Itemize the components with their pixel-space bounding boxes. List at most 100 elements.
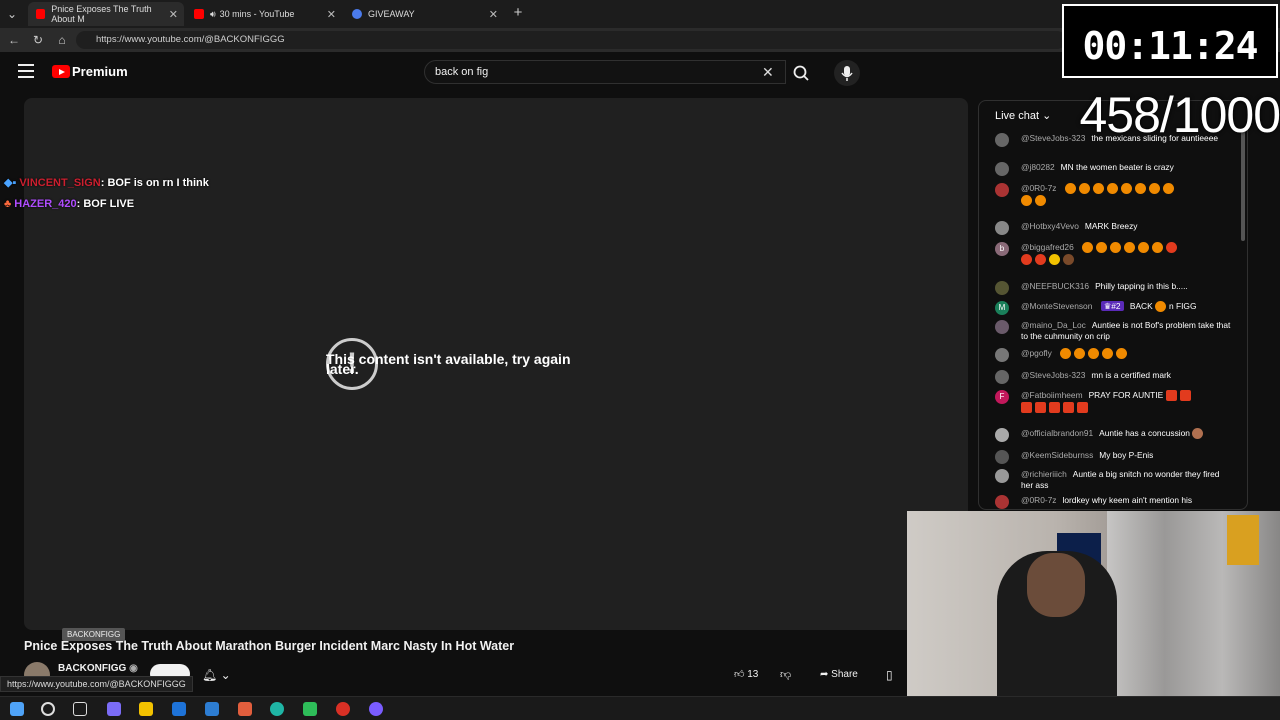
chat-author[interactable]: @pgofly	[1021, 348, 1052, 358]
chrome-icon[interactable]	[336, 702, 350, 716]
chat-scrollbar[interactable]	[1241, 131, 1245, 241]
reload-icon[interactable]: ↻	[30, 32, 46, 48]
chat-text: Philly tapping in this b.....	[1095, 281, 1188, 291]
tab-30mins[interactable]: 🔊︎ 30 mins - YouTube ✕	[186, 2, 342, 26]
badge-icon: ◆▪	[4, 177, 17, 189]
microphone-icon	[841, 66, 853, 81]
notification-bell-icon[interactable]: 🔔︎ ⌄	[202, 668, 231, 682]
dislike-button[interactable]: 👎︎	[780, 662, 802, 688]
youtube-favicon-icon	[36, 9, 46, 19]
chat-text: MARK Breezy	[1084, 221, 1138, 231]
share-button[interactable]: ➦ Share	[814, 662, 876, 688]
overlay-chat-line: ◆▪ VINCENT_SIGN: BOF is on rn I think	[4, 176, 209, 189]
chat-author[interactable]: @Hotbxy4Vevo	[1021, 221, 1079, 231]
task-view-icon[interactable]	[73, 702, 87, 716]
stream-timer: 00:11:24	[1062, 4, 1278, 78]
close-tab-icon[interactable]: ✕	[489, 8, 498, 21]
avatar	[995, 469, 1009, 483]
close-tab-icon[interactable]: ✕	[169, 8, 178, 21]
avatar	[995, 281, 1009, 295]
save-icon[interactable]: ▯	[886, 662, 904, 688]
streamer-face	[1027, 553, 1085, 617]
chat-author[interactable]: @biggafred26	[1021, 242, 1074, 252]
chat-author[interactable]: @j80282	[1021, 162, 1055, 172]
chat-author[interactable]: @KeemSideburnss	[1021, 450, 1093, 460]
chat-author[interactable]: @0R0-7z	[1021, 495, 1057, 505]
tab-video[interactable]: Pnice Exposes The Truth About M ✕	[28, 2, 184, 26]
youtube-logo[interactable]: Premium	[52, 64, 128, 79]
chat-text: n FIGG	[1169, 301, 1197, 311]
app2-icon[interactable]	[369, 702, 383, 716]
avatar	[995, 183, 1009, 197]
overlay-message: : BOF LIVE	[76, 198, 135, 210]
rank-badge-text: #2	[1111, 301, 1121, 311]
avatar	[995, 450, 1009, 464]
search-input[interactable]: back on fig	[424, 60, 786, 84]
file-explorer-icon[interactable]	[139, 702, 153, 716]
chat-author[interactable]: @Fatboiimheem	[1021, 390, 1083, 400]
overlay-message: : BOF is on rn I think	[100, 177, 209, 189]
menu-icon[interactable]	[18, 64, 34, 78]
tab-label: Pnice Exposes The Truth About M	[51, 4, 152, 24]
chat-author[interactable]: @NEEFBUCK316	[1021, 281, 1089, 291]
chat-author[interactable]: @officialbrandon91	[1021, 428, 1093, 438]
badge-icon: ♣	[4, 198, 12, 210]
thumbs-down-icon: 👎︎	[780, 669, 792, 681]
tab-giveaway[interactable]: GIVEAWAY ✕	[344, 2, 504, 26]
search-button[interactable]	[788, 62, 816, 84]
avatar: M	[995, 301, 1009, 315]
like-count: 13	[747, 669, 759, 680]
tab-label: GIVEAWAY	[368, 9, 415, 19]
outlook-icon[interactable]	[172, 702, 186, 716]
store-icon[interactable]	[205, 702, 219, 716]
url-field[interactable]: https://www.youtube.com/@BACKONFIGGG	[76, 31, 1066, 49]
goal-counter: 458/1000	[1079, 87, 1280, 143]
status-url: https://www.youtube.com/@BACKONFIGGG	[0, 676, 193, 692]
chevron-down-icon: ⌄	[1042, 110, 1052, 122]
video-title: Pnice Exposes The Truth About Marathon B…	[24, 639, 515, 653]
back-icon[interactable]: ←	[6, 32, 22, 48]
channel-name[interactable]: BACKONFIGG ◉	[58, 663, 138, 674]
copilot-icon[interactable]	[107, 702, 121, 716]
windows-start-icon[interactable]	[10, 702, 24, 716]
new-tab-icon[interactable]: +	[510, 5, 526, 21]
search-icon	[793, 65, 809, 81]
tab-label: 30 mins - YouTube	[219, 9, 295, 19]
close-tab-icon[interactable]: ✕	[327, 8, 336, 21]
wall-sign	[1227, 515, 1259, 565]
office-icon[interactable]	[238, 702, 252, 716]
avatar	[995, 348, 1009, 362]
webcam-feed	[907, 511, 1280, 698]
rank-badge: ♛#2	[1100, 301, 1124, 311]
avatar	[995, 221, 1009, 235]
chat-author[interactable]: @maino_Da_Loc	[1021, 320, 1086, 330]
chat-author[interactable]: @SteveJobs-323	[1021, 370, 1085, 380]
clear-search-icon[interactable]: ✕	[762, 64, 774, 81]
live-chat-dropdown[interactable]: Live chat ⌄	[995, 109, 1051, 122]
overlay-username: HAZER_420	[14, 198, 77, 210]
chat-text: mn is a certified mark	[1091, 370, 1171, 380]
app-icon[interactable]	[303, 702, 317, 716]
youtube-favicon-icon	[194, 9, 204, 19]
search-icon[interactable]	[41, 702, 55, 716]
edge-icon[interactable]	[270, 702, 284, 716]
tab-list-icon[interactable]: ⌄	[4, 6, 20, 22]
avatar	[995, 133, 1009, 147]
overlay-chat-line: ♣ HAZER_420: BOF LIVE	[4, 198, 134, 210]
orange-emoji-row	[1060, 348, 1130, 360]
like-button[interactable]: 👍︎ 13	[724, 662, 772, 688]
timer-value: 00:11:24	[1082, 24, 1258, 68]
avatar	[995, 162, 1009, 176]
chat-author[interactable]: @MonteStevenson	[1021, 301, 1092, 311]
chat-author[interactable]: @richieriiich	[1021, 469, 1067, 479]
share-label: Share	[831, 669, 858, 680]
unavailable-message: This content isn't available, try again …	[326, 350, 571, 377]
home-icon[interactable]: ⌂	[54, 32, 70, 48]
chat-author[interactable]: @0R0-7z	[1021, 183, 1057, 193]
voice-search-button[interactable]	[834, 60, 860, 86]
avatar	[995, 428, 1009, 442]
chat-text: lordkey why keem ain't mention his	[1062, 495, 1193, 505]
share-icon: ➦	[820, 669, 829, 680]
taskbar	[0, 696, 1280, 720]
audio-icon[interactable]: 🔊︎	[210, 9, 216, 20]
